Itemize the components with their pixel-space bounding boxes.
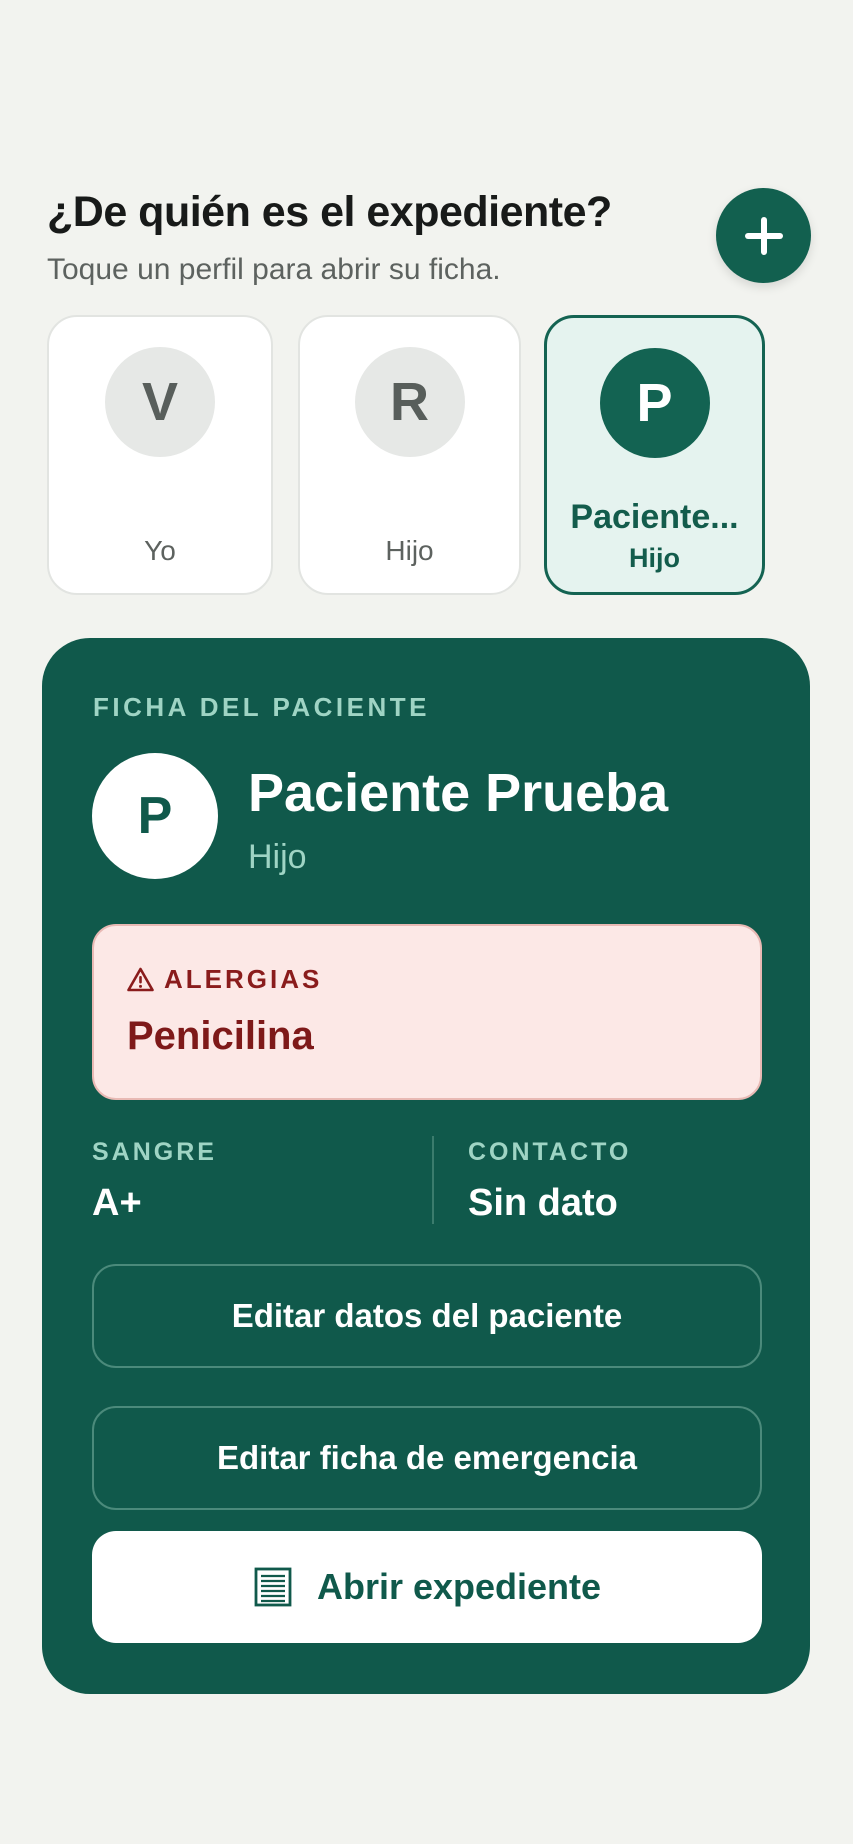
- avatar: P: [599, 348, 710, 458]
- patient-sheet: FICHA DEL PACIENTE P Paciente Prueba Hij…: [42, 638, 810, 1694]
- open-record-label: Abrir expediente: [316, 1566, 602, 1607]
- page-title: ¿De quién es el expediente?: [47, 188, 612, 236]
- avatar: V: [105, 347, 215, 457]
- contact-value: Sin dato: [468, 1182, 618, 1224]
- avatar: R: [354, 347, 465, 457]
- profile-relation: Hijo: [385, 535, 434, 566]
- profile-card-yo[interactable]: V Yo: [47, 315, 273, 595]
- document-icon: [254, 1567, 292, 1607]
- allergy-label: ALERGIAS: [164, 964, 323, 994]
- sheet-label: FICHA DEL PACIENTE: [93, 692, 430, 722]
- edit-emergency-button[interactable]: Editar ficha de emergencia: [92, 1406, 762, 1510]
- warning-icon: [127, 967, 154, 992]
- add-profile-button[interactable]: [716, 188, 811, 283]
- blood-label: SANGRE: [92, 1138, 217, 1166]
- allergy-value: Penicilina: [127, 1014, 314, 1058]
- profile-card-paciente[interactable]: P Paciente... Hijo: [544, 315, 765, 595]
- header: ¿De quién es el expediente? Toque un per…: [47, 188, 727, 287]
- patient-avatar: P: [92, 753, 218, 879]
- blood-value: A+: [92, 1182, 142, 1224]
- edit-patient-button[interactable]: Editar datos del paciente: [92, 1264, 762, 1368]
- page-subtitle: Toque un perfil para abrir su ficha.: [47, 253, 501, 286]
- patient-name: Paciente Prueba: [248, 763, 669, 823]
- open-record-button[interactable]: Abrir expediente: [92, 1531, 762, 1643]
- info-divider: [432, 1136, 434, 1224]
- contact-label: CONTACTO: [468, 1138, 632, 1166]
- patient-relation: Hijo: [248, 838, 307, 876]
- profile-relation: Yo: [144, 535, 176, 566]
- profile-relation: Hijo: [629, 543, 680, 573]
- profile-card-hijo-r[interactable]: R Hijo: [298, 315, 521, 595]
- allergy-header: ALERGIAS: [127, 964, 322, 995]
- plus-icon: [744, 216, 783, 255]
- profile-name: Paciente...: [570, 498, 739, 536]
- allergy-card: ALERGIAS Penicilina: [92, 924, 762, 1100]
